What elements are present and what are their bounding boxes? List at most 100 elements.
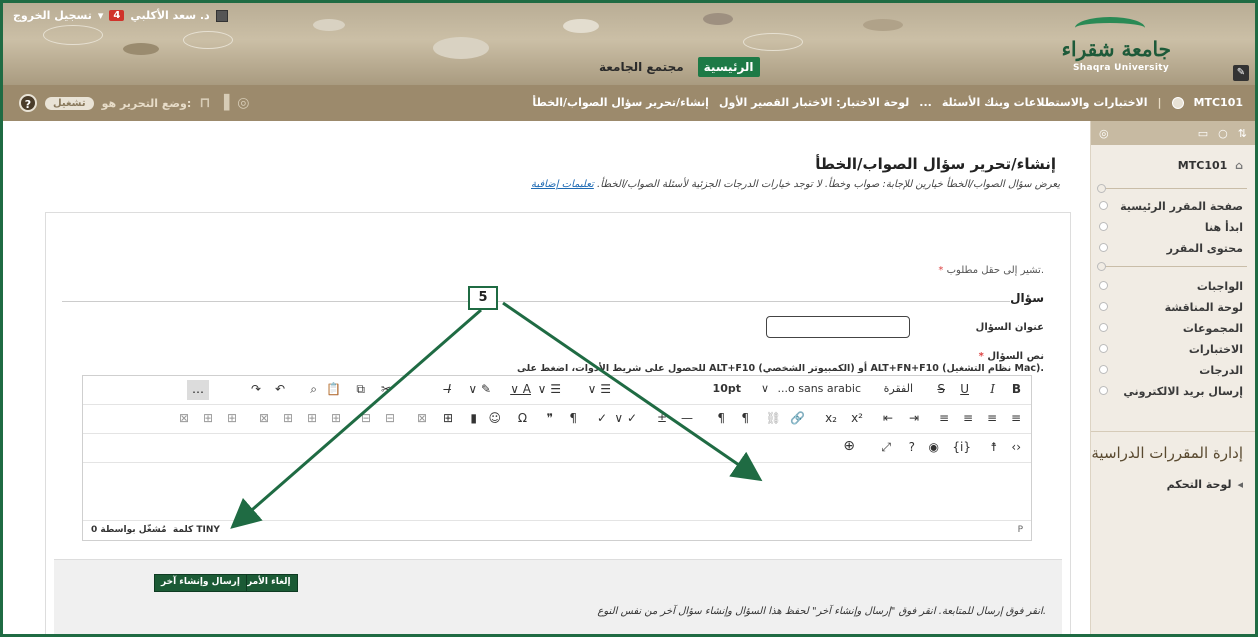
subscript-icon[interactable]: x₂ bbox=[825, 411, 837, 425]
redo-icon[interactable]: ↷ bbox=[251, 382, 261, 396]
dropdown-arrow-icon[interactable]: ▾ bbox=[98, 9, 104, 22]
table-split-icon[interactable]: ⊞ bbox=[283, 411, 293, 425]
ltr-icon[interactable]: ¶ bbox=[741, 411, 749, 425]
decor-blob bbox=[563, 19, 599, 33]
align-left-icon[interactable]: ≡ bbox=[1011, 411, 1021, 425]
sidebar-item-groups[interactable]: المجموعات bbox=[1091, 319, 1255, 340]
ordered-list-icon[interactable]: ∨ ☰ bbox=[588, 382, 611, 396]
horizontal-line-icon[interactable]: — bbox=[681, 411, 693, 425]
underline-button[interactable]: U bbox=[960, 382, 969, 396]
strikethrough-button[interactable]: S bbox=[937, 382, 945, 396]
help-circle-icon[interactable]: ? bbox=[909, 440, 915, 454]
fullscreen-icon[interactable]: ⤢ bbox=[881, 440, 891, 455]
code-icon[interactable]: ‹› bbox=[1011, 440, 1021, 454]
table-remove-icon[interactable]: ⊠ bbox=[179, 411, 189, 425]
bold-button[interactable]: B bbox=[1012, 382, 1021, 396]
submit-and-create-another-button[interactable]: إرسال وإنشاء آخر bbox=[154, 574, 247, 592]
copy-icon[interactable]: ⧉ bbox=[356, 382, 365, 397]
edit-mode-toggle[interactable]: تشغيل bbox=[45, 96, 94, 110]
refresh-icon[interactable]: ○ bbox=[1218, 127, 1228, 140]
user-name[interactable]: د. سعد الأكلبي bbox=[130, 9, 209, 22]
math-icon[interactable]: {i} bbox=[952, 440, 971, 454]
sidebar-item-grades[interactable]: الدرجات bbox=[1091, 361, 1255, 382]
sidebar-item-discussion[interactable]: لوحة المناقشة bbox=[1091, 298, 1255, 319]
outdent-icon[interactable]: ⇤ bbox=[883, 411, 893, 425]
align-right-icon[interactable]: ≡ bbox=[963, 411, 973, 425]
table-props-icon[interactable]: ⊠ bbox=[259, 411, 269, 425]
sidebar-settings-icon[interactable]: ◎ bbox=[1099, 127, 1109, 140]
decor-blob bbox=[433, 37, 489, 59]
table-delete-icon[interactable]: ⊠ bbox=[417, 411, 427, 425]
powered-by[interactable]: مُشغّل بواسطة TINY bbox=[100, 525, 220, 535]
rtl-icon[interactable]: ¶ bbox=[717, 411, 725, 425]
table-row-icon[interactable]: ⊟ bbox=[385, 411, 395, 425]
bookmark-icon[interactable]: ▮ bbox=[470, 411, 477, 425]
table-col-icon[interactable]: ⊟ bbox=[361, 411, 371, 425]
font-select[interactable]: ...o sans arabic bbox=[778, 382, 861, 395]
breadcrumb-item[interactable]: لوحة الاختبار: الاختبار القصير الأول bbox=[719, 96, 909, 109]
notification-badge[interactable]: 4 bbox=[109, 10, 125, 21]
unlink-icon[interactable]: ⛓ bbox=[766, 411, 781, 425]
table-icon[interactable]: ⊞ bbox=[443, 411, 453, 425]
logo-arabic: جامعة شقراء bbox=[1061, 37, 1171, 61]
spellcheck-icon[interactable]: ∨ ✓ bbox=[614, 411, 637, 425]
more-options-button[interactable]: … bbox=[187, 380, 209, 400]
control-panel-link[interactable]: لوحة التحكم ◂ bbox=[1091, 462, 1255, 491]
logout-link[interactable]: تسجيل الخروج bbox=[13, 9, 92, 22]
sidebar-item-course-home[interactable]: صفحة المقرر الرئيسية bbox=[1091, 197, 1255, 218]
accessibility-icon[interactable]: ☨ bbox=[990, 440, 997, 454]
breadcrumb-course[interactable]: MTC101 bbox=[1194, 96, 1243, 109]
table-insert-row-icon[interactable]: ⊞ bbox=[227, 411, 237, 425]
justify-icon[interactable]: ≡ bbox=[939, 411, 949, 425]
find-icon[interactable]: ⌕ bbox=[310, 382, 317, 397]
paragraph-select[interactable]: الفقرة bbox=[884, 382, 913, 395]
tab-university-community[interactable]: مجتمع الجامعة bbox=[593, 57, 690, 77]
sidebar-course-code[interactable]: MTC101 bbox=[1178, 159, 1227, 172]
paste-icon[interactable]: 📋 bbox=[326, 382, 341, 396]
folder-icon[interactable]: ▭ bbox=[1198, 127, 1208, 140]
pencil-icon[interactable]: ✎ bbox=[1233, 65, 1249, 81]
chevron-down-icon[interactable]: ∨ bbox=[761, 382, 769, 395]
sidebar-course-title[interactable]: MTC101 ⌂ bbox=[1091, 145, 1255, 172]
more-help-link[interactable]: تعليمات إضافية bbox=[531, 179, 594, 190]
sort-icon[interactable]: ⇅ bbox=[1238, 127, 1247, 140]
course-menu-icon[interactable] bbox=[1171, 96, 1184, 109]
sidebar-item-tests[interactable]: الاختبارات bbox=[1091, 340, 1255, 361]
insert-icon[interactable]: ± bbox=[657, 411, 667, 425]
bullet-list-icon[interactable]: ∨ ☰ bbox=[538, 382, 561, 396]
sidebar-item-start-here[interactable]: ابدأ هنا bbox=[1091, 218, 1255, 239]
breadcrumb-item[interactable]: الاختبارات والاستطلاعات وبنك الأسئلة bbox=[942, 96, 1148, 109]
omega-icon[interactable]: Ω bbox=[518, 411, 527, 425]
cancel-button[interactable]: إلغاء الأمر bbox=[240, 574, 298, 592]
clear-format-icon[interactable]: I̶ bbox=[447, 382, 451, 396]
table-merge-icon[interactable]: ⊞ bbox=[307, 411, 317, 425]
highlight-icon[interactable]: ∨ ✎ bbox=[468, 382, 491, 396]
color-icon[interactable]: ▐ bbox=[218, 95, 229, 111]
eye-icon[interactable]: ◎ bbox=[237, 95, 249, 111]
quote-icon[interactable]: ❞ bbox=[547, 411, 553, 425]
pilcrow-icon[interactable]: ¶ bbox=[569, 411, 577, 425]
text-color-icon[interactable]: ∨ A bbox=[510, 382, 531, 396]
undo-icon[interactable]: ↶ bbox=[275, 382, 285, 396]
help-icon[interactable]: ? bbox=[19, 94, 37, 112]
question-title-input[interactable] bbox=[766, 316, 910, 338]
sidebar-item-content[interactable]: محتوى المقرر bbox=[1091, 239, 1255, 260]
indent-icon[interactable]: ⇥ bbox=[909, 411, 919, 425]
checkmark-icon[interactable]: ✓ bbox=[597, 411, 607, 425]
breadcrumb-ellipsis[interactable]: ... bbox=[919, 96, 932, 109]
lock-icon[interactable]: ⊓ bbox=[199, 95, 210, 111]
align-center-icon[interactable]: ≡ bbox=[987, 411, 997, 425]
font-size-select[interactable]: 10pt bbox=[713, 382, 741, 395]
tab-home[interactable]: الرئيسية bbox=[697, 57, 760, 77]
emoji-icon[interactable]: ☺ bbox=[488, 411, 501, 425]
superscript-icon[interactable]: x² bbox=[851, 411, 863, 425]
sidebar-item-assignments[interactable]: الواجبات bbox=[1091, 277, 1255, 298]
italic-button[interactable]: I bbox=[990, 382, 995, 396]
table-insert-col-icon[interactable]: ⊞ bbox=[203, 411, 213, 425]
preview-icon[interactable]: ◉ bbox=[929, 440, 939, 454]
table-cell-icon[interactable]: ⊞ bbox=[331, 411, 341, 425]
add-content-icon[interactable]: ⊕ bbox=[843, 438, 855, 454]
sidebar-item-email[interactable]: إرسال بريد الالكتروني bbox=[1091, 382, 1255, 403]
cut-icon[interactable]: ✂ bbox=[381, 382, 391, 396]
link-icon[interactable]: 🔗 bbox=[790, 411, 805, 425]
